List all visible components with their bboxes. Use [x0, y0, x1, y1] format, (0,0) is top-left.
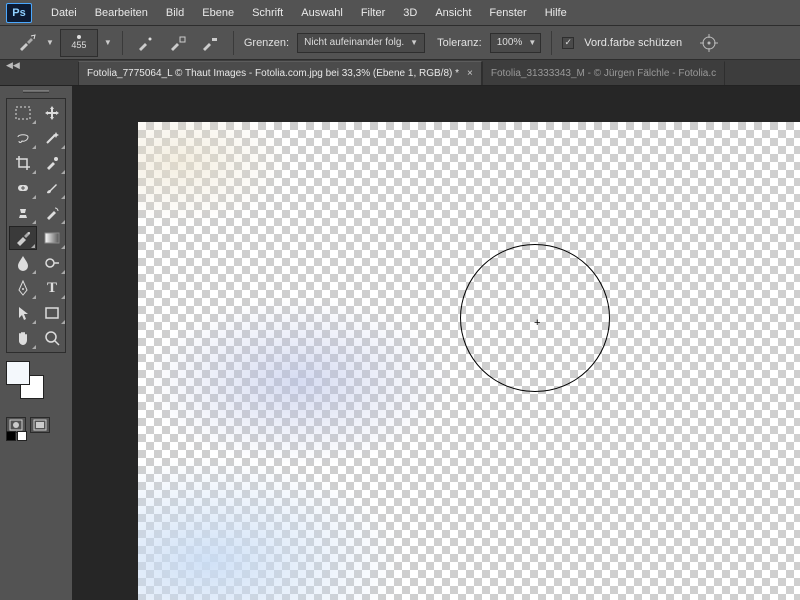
options-bar: ▼ 455 ▼ Grenzen: Nicht aufeinander folg.…	[0, 26, 800, 60]
grenzen-label: Grenzen:	[244, 37, 289, 49]
clone-stamp-tool[interactable]	[9, 201, 37, 225]
document-canvas[interactable]: +	[138, 122, 800, 600]
marquee-tool[interactable]	[9, 101, 37, 125]
blur-tool[interactable]	[9, 251, 37, 275]
history-brush-tool[interactable]	[38, 201, 66, 225]
toolbox-panel: T	[0, 86, 72, 600]
menu-auswahl[interactable]: Auswahl	[292, 0, 352, 26]
healing-brush-tool[interactable]	[9, 176, 37, 200]
menu-3d[interactable]: 3D	[394, 0, 426, 26]
sampling-swatch-icon[interactable]	[197, 30, 223, 56]
collapse-arrow-icon[interactable]: ◀◀	[6, 60, 20, 71]
path-selection-tool[interactable]	[9, 301, 37, 325]
document-tab-strip: Fotolia_7775064_L © Thaut Images - Fotol…	[0, 60, 800, 86]
sampling-once-icon[interactable]	[165, 30, 191, 56]
toolbox: T	[6, 98, 66, 353]
eyedropper-tool[interactable]	[38, 151, 66, 175]
chevron-down-icon: ▼	[410, 38, 418, 47]
crop-tool[interactable]	[9, 151, 37, 175]
menu-schrift[interactable]: Schrift	[243, 0, 292, 26]
menu-bearbeiten[interactable]: Bearbeiten	[86, 0, 157, 26]
magic-wand-tool[interactable]	[38, 126, 66, 150]
dodge-tool[interactable]	[38, 251, 66, 275]
tool-dropdown-arrow-icon[interactable]: ▼	[46, 38, 54, 47]
toleranz-label: Toleranz:	[437, 37, 482, 49]
chevron-down-icon: ▼	[528, 38, 536, 47]
protect-fg-label: Vord.farbe schützen	[584, 37, 682, 49]
type-tool[interactable]: T	[38, 276, 66, 300]
active-tool-icon[interactable]	[14, 30, 40, 56]
menu-datei[interactable]: Datei	[42, 0, 86, 26]
brush-size-value: 455	[71, 40, 86, 50]
menu-ansicht[interactable]: Ansicht	[426, 0, 480, 26]
lasso-tool[interactable]	[9, 126, 37, 150]
gradient-tool[interactable]	[38, 226, 66, 250]
protect-foreground-checkbox[interactable]: Vord.farbe schützen	[562, 37, 682, 49]
move-tool[interactable]	[38, 101, 66, 125]
hand-tool[interactable]	[9, 326, 37, 350]
background-eraser-tool[interactable]	[9, 226, 37, 250]
menu-bar: Ps Datei Bearbeiten Bild Ebene Schrift A…	[0, 0, 800, 26]
grenzen-dropdown[interactable]: Nicht aufeinander folg. ▼	[297, 33, 425, 53]
toolbox-drag-handle[interactable]	[6, 90, 66, 96]
close-icon[interactable]: ×	[467, 68, 473, 79]
grenzen-value: Nicht aufeinander folg.	[304, 37, 404, 48]
brush-preset-picker[interactable]: 455	[60, 29, 98, 57]
document-tab-active[interactable]: Fotolia_7775064_L © Thaut Images - Fotol…	[78, 61, 482, 85]
pen-tool[interactable]	[9, 276, 37, 300]
sampling-continuous-icon[interactable]	[133, 30, 159, 56]
menu-bild[interactable]: Bild	[157, 0, 193, 26]
checkbox-icon	[562, 37, 574, 49]
document-tab-inactive[interactable]: Fotolia_31333343_M - © Jürgen Fälchle - …	[482, 61, 725, 85]
menu-ebene[interactable]: Ebene	[193, 0, 243, 26]
document-tab-title: Fotolia_7775064_L © Thaut Images - Fotol…	[87, 68, 459, 79]
menu-fenster[interactable]: Fenster	[480, 0, 535, 26]
workspace: T +	[0, 86, 800, 600]
brush-cursor-crosshair: +	[534, 317, 540, 329]
app-logo: Ps	[6, 3, 32, 23]
color-swatches[interactable]	[6, 361, 48, 399]
target-color-icon[interactable]	[696, 30, 722, 56]
document-tab-title: Fotolia_31333343_M - © Jürgen Fälchle - …	[491, 68, 716, 79]
toleranz-dropdown[interactable]: 100% ▼	[490, 33, 542, 53]
brush-dropdown-arrow-icon[interactable]: ▼	[104, 38, 112, 47]
default-colors-icon[interactable]	[6, 431, 16, 441]
image-content	[138, 122, 800, 600]
menu-hilfe[interactable]: Hilfe	[536, 0, 576, 26]
foreground-color-swatch[interactable]	[6, 361, 30, 385]
toleranz-value: 100%	[497, 37, 523, 48]
menu-filter[interactable]: Filter	[352, 0, 394, 26]
canvas-area: +	[72, 86, 800, 600]
swap-colors-icon[interactable]	[17, 431, 27, 441]
brush-cursor-circle	[460, 244, 610, 392]
shape-tool[interactable]	[38, 301, 66, 325]
zoom-tool[interactable]	[38, 326, 66, 350]
brush-tool[interactable]	[38, 176, 66, 200]
